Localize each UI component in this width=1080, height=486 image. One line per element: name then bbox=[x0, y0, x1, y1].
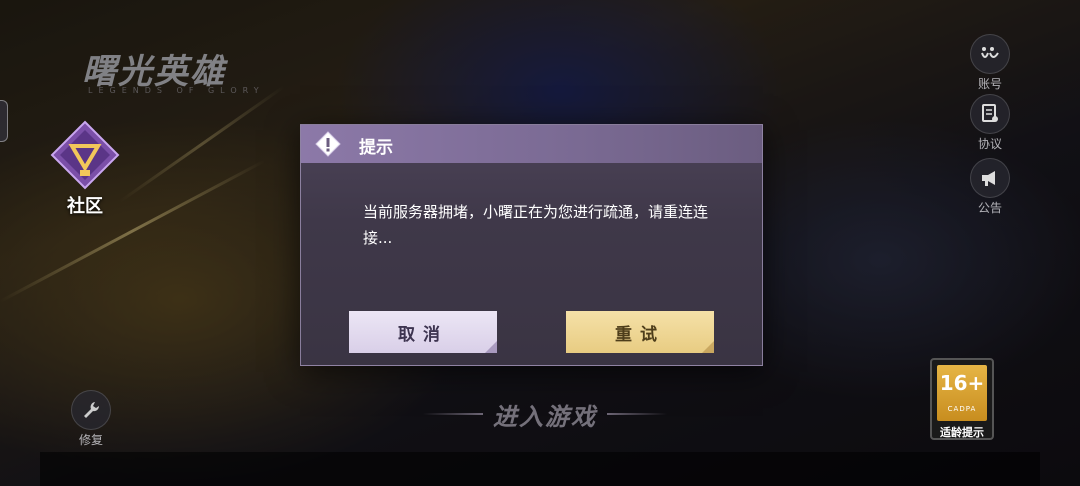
server-busy-dialog: 提示 当前服务器拥堵，小曙正在为您进行疏通，请重连连接... 取消 重试 bbox=[300, 124, 763, 366]
retry-button-corner bbox=[702, 341, 714, 353]
retry-button[interactable]: 重试 bbox=[566, 311, 714, 353]
dialog-message: 当前服务器拥堵，小曙正在为您进行疏通，请重连连接... bbox=[363, 203, 709, 247]
legal-footer-strip bbox=[40, 452, 1040, 486]
announcement-label: 公告 bbox=[977, 201, 1002, 215]
side-drawer-tab[interactable] bbox=[0, 100, 8, 142]
enter-game-right-ornament bbox=[607, 413, 667, 415]
age-rating-badge[interactable]: 16+ CADPA 适龄提示 bbox=[930, 358, 994, 440]
agreement-label: 协议 bbox=[977, 137, 1002, 151]
retry-button-label: 重试 bbox=[615, 324, 665, 345]
account-icon bbox=[970, 34, 1010, 74]
wrench-icon bbox=[71, 390, 111, 430]
account-label: 账号 bbox=[977, 77, 1002, 91]
game-logo-subtitle: LEGENDS OF GLORY bbox=[88, 86, 265, 95]
announcement-button[interactable]: 公告 bbox=[968, 158, 1012, 216]
announcement-icon bbox=[970, 158, 1010, 198]
dialog-title: 提示 bbox=[359, 138, 393, 158]
enter-game-left-ornament bbox=[423, 413, 483, 415]
age-rating-number: 16+ bbox=[939, 371, 985, 395]
community-button[interactable]: 社区 bbox=[40, 116, 130, 226]
age-rating-org: CADPA bbox=[947, 405, 977, 413]
community-emblem-icon bbox=[50, 120, 120, 190]
cancel-button-label: 取消 bbox=[398, 324, 448, 345]
enter-game-button[interactable]: 进入游戏 bbox=[410, 394, 680, 434]
age-rating-box: 16+ CADPA bbox=[937, 365, 987, 421]
enter-game-label: 进入游戏 bbox=[493, 402, 597, 431]
cancel-button-corner bbox=[485, 341, 497, 353]
warning-icon bbox=[315, 131, 341, 157]
agreement-icon bbox=[970, 94, 1010, 134]
account-button[interactable]: 账号 bbox=[968, 34, 1012, 92]
cancel-button[interactable]: 取消 bbox=[349, 311, 497, 353]
age-rating-label: 适龄提示 bbox=[940, 426, 984, 439]
agreement-button[interactable]: 协议 bbox=[968, 94, 1012, 152]
community-label: 社区 bbox=[67, 196, 103, 217]
dialog-header: 提示 bbox=[301, 125, 762, 163]
repair-label: 修复 bbox=[78, 433, 103, 447]
repair-button[interactable]: 修复 bbox=[68, 390, 114, 448]
